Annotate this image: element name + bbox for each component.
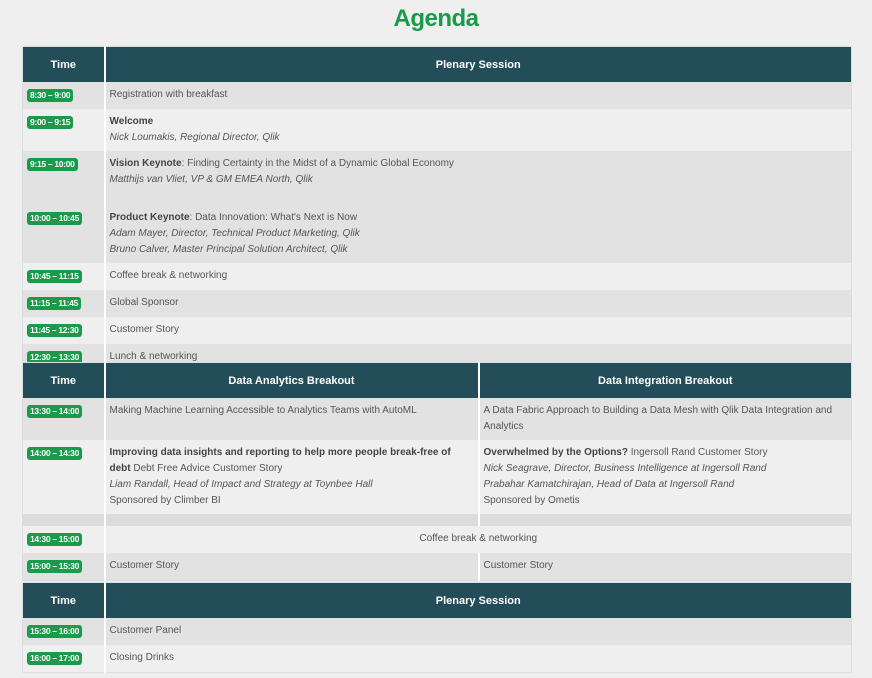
table-row: 15:00 – 15:30 Customer Story Customer St… xyxy=(22,553,852,581)
time-badge: 11:45 – 12:30 xyxy=(27,324,82,337)
analytics-session: Customer Story xyxy=(103,553,479,581)
time-badge: 10:45 – 11:15 xyxy=(27,270,82,283)
time-badge: 14:30 – 15:00 xyxy=(27,533,83,546)
speaker: Prabahar Kamatchirajan, Head of Data at … xyxy=(483,479,735,490)
time-header: Time xyxy=(22,362,105,398)
time-badge: 9:15 – 10:00 xyxy=(27,158,78,171)
time-badge: 11:15 – 11:45 xyxy=(27,297,82,310)
session-header: Plenary Session xyxy=(103,46,852,82)
page-title: Agenda xyxy=(393,5,479,32)
table-header: Time Data Analytics Breakout Data Integr… xyxy=(22,362,852,398)
time-badge: 10:00 – 10:45 xyxy=(27,212,83,225)
table-row: 8:30 – 9:00 Registration with breakfast xyxy=(22,82,852,109)
speaker: Bruno Calver, Master Principal Solution … xyxy=(109,244,348,255)
table-row: 10:45 – 11:15 Coffee break & networking xyxy=(22,263,852,290)
row-divider xyxy=(22,193,852,205)
time-badge: 8:30 – 9:00 xyxy=(27,89,74,102)
closing-plenary-table: Time Plenary Session 15:30 – 16:00 Custo… xyxy=(22,582,852,673)
time-badge: 15:00 – 15:30 xyxy=(27,560,83,573)
session-subtitle: : Finding Certainty in the Midst of a Dy… xyxy=(181,158,454,169)
session-title: Welcome xyxy=(109,116,154,127)
session-subtitle: : Data Innovation: What's Next is Now xyxy=(189,212,358,223)
session-subtitle: Ingersoll Rand Customer Story xyxy=(627,447,768,458)
table-row: 11:15 – 11:45 Global Sponsor xyxy=(22,290,852,317)
session-subtitle: Debt Free Advice Customer Story xyxy=(130,463,283,474)
speaker: Liam Randall, Head of Impact and Strateg… xyxy=(109,479,373,490)
session-text: Customer Panel xyxy=(103,618,852,645)
integration-session: Customer Story xyxy=(477,553,852,581)
speaker: Nick Seagrave, Director, Business Intell… xyxy=(483,463,767,474)
table-row: 11:45 – 12:30 Customer Story xyxy=(22,317,852,344)
session-title: Overwhelmed by the Options? xyxy=(483,447,628,458)
session-text: Coffee break & networking xyxy=(103,263,852,290)
time-badge: 9:00 – 9:15 xyxy=(27,116,74,129)
table-row: 16:00 – 17:00 Closing Drinks xyxy=(22,645,852,673)
time-badge: 15:30 – 16:00 xyxy=(27,625,83,638)
analytics-session: Making Machine Learning Accessible to An… xyxy=(103,398,479,440)
session-text: Registration with breakfast xyxy=(103,82,852,109)
integration-session: A Data Fabric Approach to Building a Dat… xyxy=(477,398,852,440)
table-row: 10:00 – 10:45 Product Keynote: Data Inno… xyxy=(22,205,852,263)
table-row: 9:15 – 10:00 Vision Keynote: Finding Cer… xyxy=(22,151,852,193)
table-row: 9:00 – 9:15 Welcome Nick Loumakis, Regio… xyxy=(22,109,852,151)
time-header: Time xyxy=(22,46,105,82)
session-header: Plenary Session xyxy=(103,582,852,618)
speaker: Nick Loumakis, Regional Director, Qlik xyxy=(109,132,280,143)
time-header: Time xyxy=(22,582,105,618)
table-row: 15:30 – 16:00 Customer Panel xyxy=(22,618,852,645)
time-badge: 13:30 – 14:00 xyxy=(27,405,83,418)
session-title: Vision Keynote xyxy=(109,158,182,169)
table-row: 14:30 – 15:00 Coffee break & networking xyxy=(22,526,852,553)
integration-header: Data Integration Breakout xyxy=(477,362,852,398)
table-header: Time Plenary Session xyxy=(22,582,852,618)
sponsor: Sponsored by Ometis xyxy=(483,495,580,506)
row-divider xyxy=(22,514,852,526)
speaker: Adam Mayer, Director, Technical Product … xyxy=(109,228,360,239)
session-title: Product Keynote xyxy=(109,212,190,223)
speaker: Matthijs van Vliet, VP & GM EMEA North, … xyxy=(109,174,313,185)
analytics-header: Data Analytics Breakout xyxy=(103,362,479,398)
time-badge: 14:00 – 14:30 xyxy=(27,447,83,460)
session-text: Closing Drinks xyxy=(103,645,852,673)
plenary-session-table: Time Plenary Session 8:30 – 9:00 Registr… xyxy=(22,46,852,372)
session-text: Customer Story xyxy=(103,317,852,344)
table-row: 14:00 – 14:30 Improving data insights an… xyxy=(22,440,852,514)
session-text: Coffee break & networking xyxy=(103,526,852,553)
time-badge: 16:00 – 17:00 xyxy=(27,652,83,665)
breakout-session-table: Time Data Analytics Breakout Data Integr… xyxy=(22,362,852,581)
table-header: Time Plenary Session xyxy=(22,46,852,82)
table-row: 13:30 – 14:00 Making Machine Learning Ac… xyxy=(22,398,852,440)
session-text: Global Sponsor xyxy=(103,290,852,317)
sponsor: Sponsored by Climber BI xyxy=(109,495,221,506)
